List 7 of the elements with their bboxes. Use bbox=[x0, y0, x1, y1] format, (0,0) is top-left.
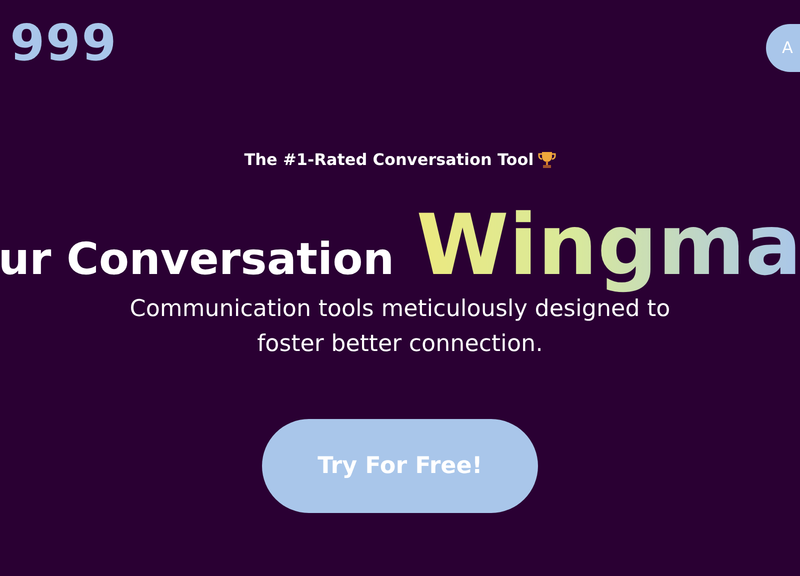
logo[interactable]: 999 bbox=[10, 18, 118, 100]
trophy-icon bbox=[538, 151, 556, 169]
tagline: The #1-Rated Conversation Tool bbox=[244, 149, 534, 171]
try-free-button[interactable]: Try For Free! bbox=[262, 419, 538, 513]
header-button[interactable]: A bbox=[766, 24, 800, 72]
headline: ur Conversation bbox=[0, 233, 394, 287]
subtitle: Communication tools meticulously designed to foster better connection. bbox=[128, 295, 672, 358]
